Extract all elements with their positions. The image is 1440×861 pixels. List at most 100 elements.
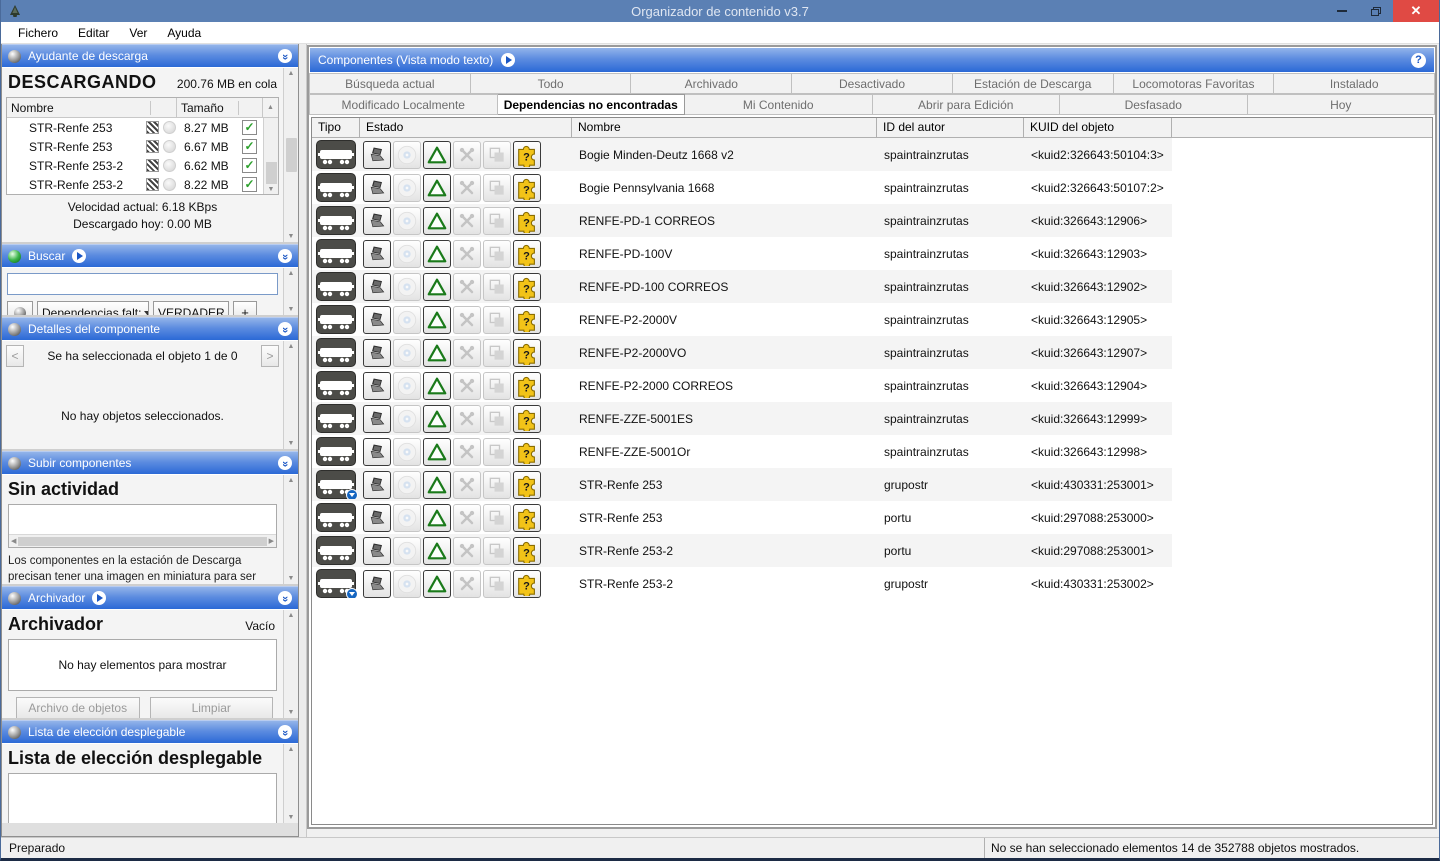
table-row[interactable]: ? RENFE-ZZE-5001Or spaintrainzrutas <kui…	[312, 435, 1432, 468]
tab-locomotoras-favoritas[interactable]: Locomotoras Favoritas	[1114, 73, 1275, 94]
estado-triangle-button[interactable]	[423, 174, 451, 202]
estado-triangle-button[interactable]	[423, 537, 451, 565]
estado-tools-button[interactable]	[453, 339, 481, 367]
col-nombre[interactable]: Nombre	[7, 101, 151, 115]
tab-modificado-localmente[interactable]: Modificado Localmente	[309, 94, 498, 115]
estado-copy-button[interactable]	[483, 240, 511, 268]
menu-item[interactable]: Editar	[69, 24, 118, 42]
estado-copy-button[interactable]	[483, 339, 511, 367]
estado-laptop-button[interactable]	[363, 438, 391, 466]
estado-copy-button[interactable]	[483, 174, 511, 202]
estado-disc-button[interactable]	[393, 438, 421, 466]
estado-disc-button[interactable]	[393, 273, 421, 301]
clear-button[interactable]: Limpiar	[150, 697, 274, 718]
estado-triangle-button[interactable]	[423, 240, 451, 268]
download-row[interactable]: STR-Renfe 253 6.67 MB ✓	[7, 137, 263, 156]
column-header-tipo[interactable]: Tipo	[312, 118, 360, 137]
pause-dot-button[interactable]	[163, 159, 176, 172]
estado-disc-button[interactable]	[393, 504, 421, 532]
tab-desfasado[interactable]: Desfasado	[1060, 94, 1248, 115]
column-header-autor[interactable]: ID del autor	[877, 118, 1024, 137]
add-filter-button[interactable]: +	[233, 301, 257, 315]
download-scrollbar[interactable]: ▼	[263, 118, 278, 194]
estado-disc-button[interactable]	[393, 174, 421, 202]
estado-missing-dependency-button[interactable]: ?	[513, 471, 541, 499]
section-scrollbar[interactable]: ▲▼	[283, 610, 298, 718]
download-row[interactable]: STR-Renfe 253-2 6.62 MB ✓	[7, 156, 263, 175]
estado-missing-dependency-button[interactable]: ?	[513, 504, 541, 532]
section-scrollbar[interactable]: ▲▼	[283, 341, 298, 449]
estado-missing-dependency-button[interactable]: ?	[513, 405, 541, 433]
column-header-estado[interactable]: Estado	[360, 118, 572, 137]
traincar-type-icon[interactable]	[316, 173, 356, 202]
estado-missing-dependency-button[interactable]: ?	[513, 372, 541, 400]
estado-missing-dependency-button[interactable]: ?	[513, 141, 541, 169]
tab-dependencias-no-encontradas[interactable]: Dependencias no encontradas	[498, 94, 686, 115]
tab-abrir-para-edición[interactable]: Abrir para Edición	[873, 94, 1061, 115]
section-header-search[interactable]: Buscar »	[2, 244, 298, 267]
collapse-chevron-icon[interactable]: »	[278, 456, 292, 470]
estado-disc-button[interactable]	[393, 537, 421, 565]
download-checkbox[interactable]: ✓	[242, 139, 257, 154]
traincar-type-icon[interactable]	[316, 569, 356, 598]
menu-item[interactable]: Fichero	[9, 24, 67, 42]
estado-tools-button[interactable]	[453, 405, 481, 433]
traincar-type-icon[interactable]	[316, 206, 356, 235]
collapse-chevron-icon[interactable]: »	[278, 591, 292, 605]
section-header-archiver[interactable]: Archivador »	[2, 586, 298, 609]
section-scrollbar[interactable]: ▲▼	[283, 744, 298, 823]
estado-triangle-button[interactable]	[423, 471, 451, 499]
estado-triangle-button[interactable]	[423, 570, 451, 598]
estado-missing-dependency-button[interactable]: ?	[513, 207, 541, 235]
scroll-down-icon[interactable]: ▼	[268, 186, 275, 193]
estado-missing-dependency-button[interactable]: ?	[513, 537, 541, 565]
estado-laptop-button[interactable]	[363, 537, 391, 565]
traincar-type-icon[interactable]	[316, 371, 356, 400]
pause-dot-button[interactable]	[163, 178, 176, 191]
section-scrollbar[interactable]: ▲▼	[283, 268, 298, 315]
estado-tools-button[interactable]	[453, 240, 481, 268]
estado-tools-button[interactable]	[453, 504, 481, 532]
traincar-type-icon[interactable]	[316, 272, 356, 301]
menu-item[interactable]: Ayuda	[158, 24, 210, 42]
estado-tools-button[interactable]	[453, 570, 481, 598]
estado-laptop-button[interactable]	[363, 174, 391, 202]
estado-missing-dependency-button[interactable]: ?	[513, 174, 541, 202]
collapse-chevron-icon[interactable]: »	[278, 322, 292, 336]
estado-laptop-button[interactable]	[363, 405, 391, 433]
estado-tools-button[interactable]	[453, 537, 481, 565]
estado-copy-button[interactable]	[483, 471, 511, 499]
estado-tools-button[interactable]	[453, 438, 481, 466]
estado-missing-dependency-button[interactable]: ?	[513, 339, 541, 367]
collapse-chevron-icon[interactable]: »	[278, 249, 292, 263]
estado-copy-button[interactable]	[483, 207, 511, 235]
estado-triangle-button[interactable]	[423, 438, 451, 466]
next-object-button[interactable]: >	[261, 345, 279, 367]
table-row[interactable]: ? Bogie Pennsylvania 1668 spaintrainzrut…	[312, 171, 1432, 204]
search-go-button[interactable]	[7, 301, 33, 315]
estado-disc-button[interactable]	[393, 306, 421, 334]
table-row[interactable]: ? RENFE-ZZE-5001ES spaintrainzrutas <kui…	[312, 402, 1432, 435]
estado-triangle-button[interactable]	[423, 273, 451, 301]
estado-triangle-button[interactable]	[423, 372, 451, 400]
estado-missing-dependency-button[interactable]: ?	[513, 306, 541, 334]
estado-laptop-button[interactable]	[363, 306, 391, 334]
traincar-type-icon[interactable]	[316, 470, 356, 499]
table-row[interactable]: ? RENFE-P2-2000 CORREOS spaintrainzrutas…	[312, 369, 1432, 402]
minimize-button[interactable]	[1325, 0, 1359, 22]
filter-field-dropdown[interactable]: Dependencias falt:	[37, 301, 149, 315]
estado-missing-dependency-button[interactable]: ?	[513, 240, 541, 268]
tab-archivado[interactable]: Archivado	[631, 73, 792, 94]
estado-copy-button[interactable]	[483, 570, 511, 598]
panel-splitter[interactable]	[299, 44, 307, 837]
tab-búsqueda-actual[interactable]: Búsqueda actual	[309, 73, 471, 94]
table-row[interactable]: ? STR-Renfe 253 grupostr <kuid:430331:25…	[312, 468, 1432, 501]
help-button[interactable]: ?	[1411, 53, 1426, 68]
search-input[interactable]	[7, 273, 278, 295]
download-row[interactable]: STR-Renfe 253-2 8.22 MB ✓	[7, 175, 263, 194]
col-tamano[interactable]: Tamaño	[177, 101, 239, 115]
estado-copy-button[interactable]	[483, 438, 511, 466]
estado-disc-button[interactable]	[393, 207, 421, 235]
estado-triangle-button[interactable]	[423, 306, 451, 334]
estado-copy-button[interactable]	[483, 405, 511, 433]
